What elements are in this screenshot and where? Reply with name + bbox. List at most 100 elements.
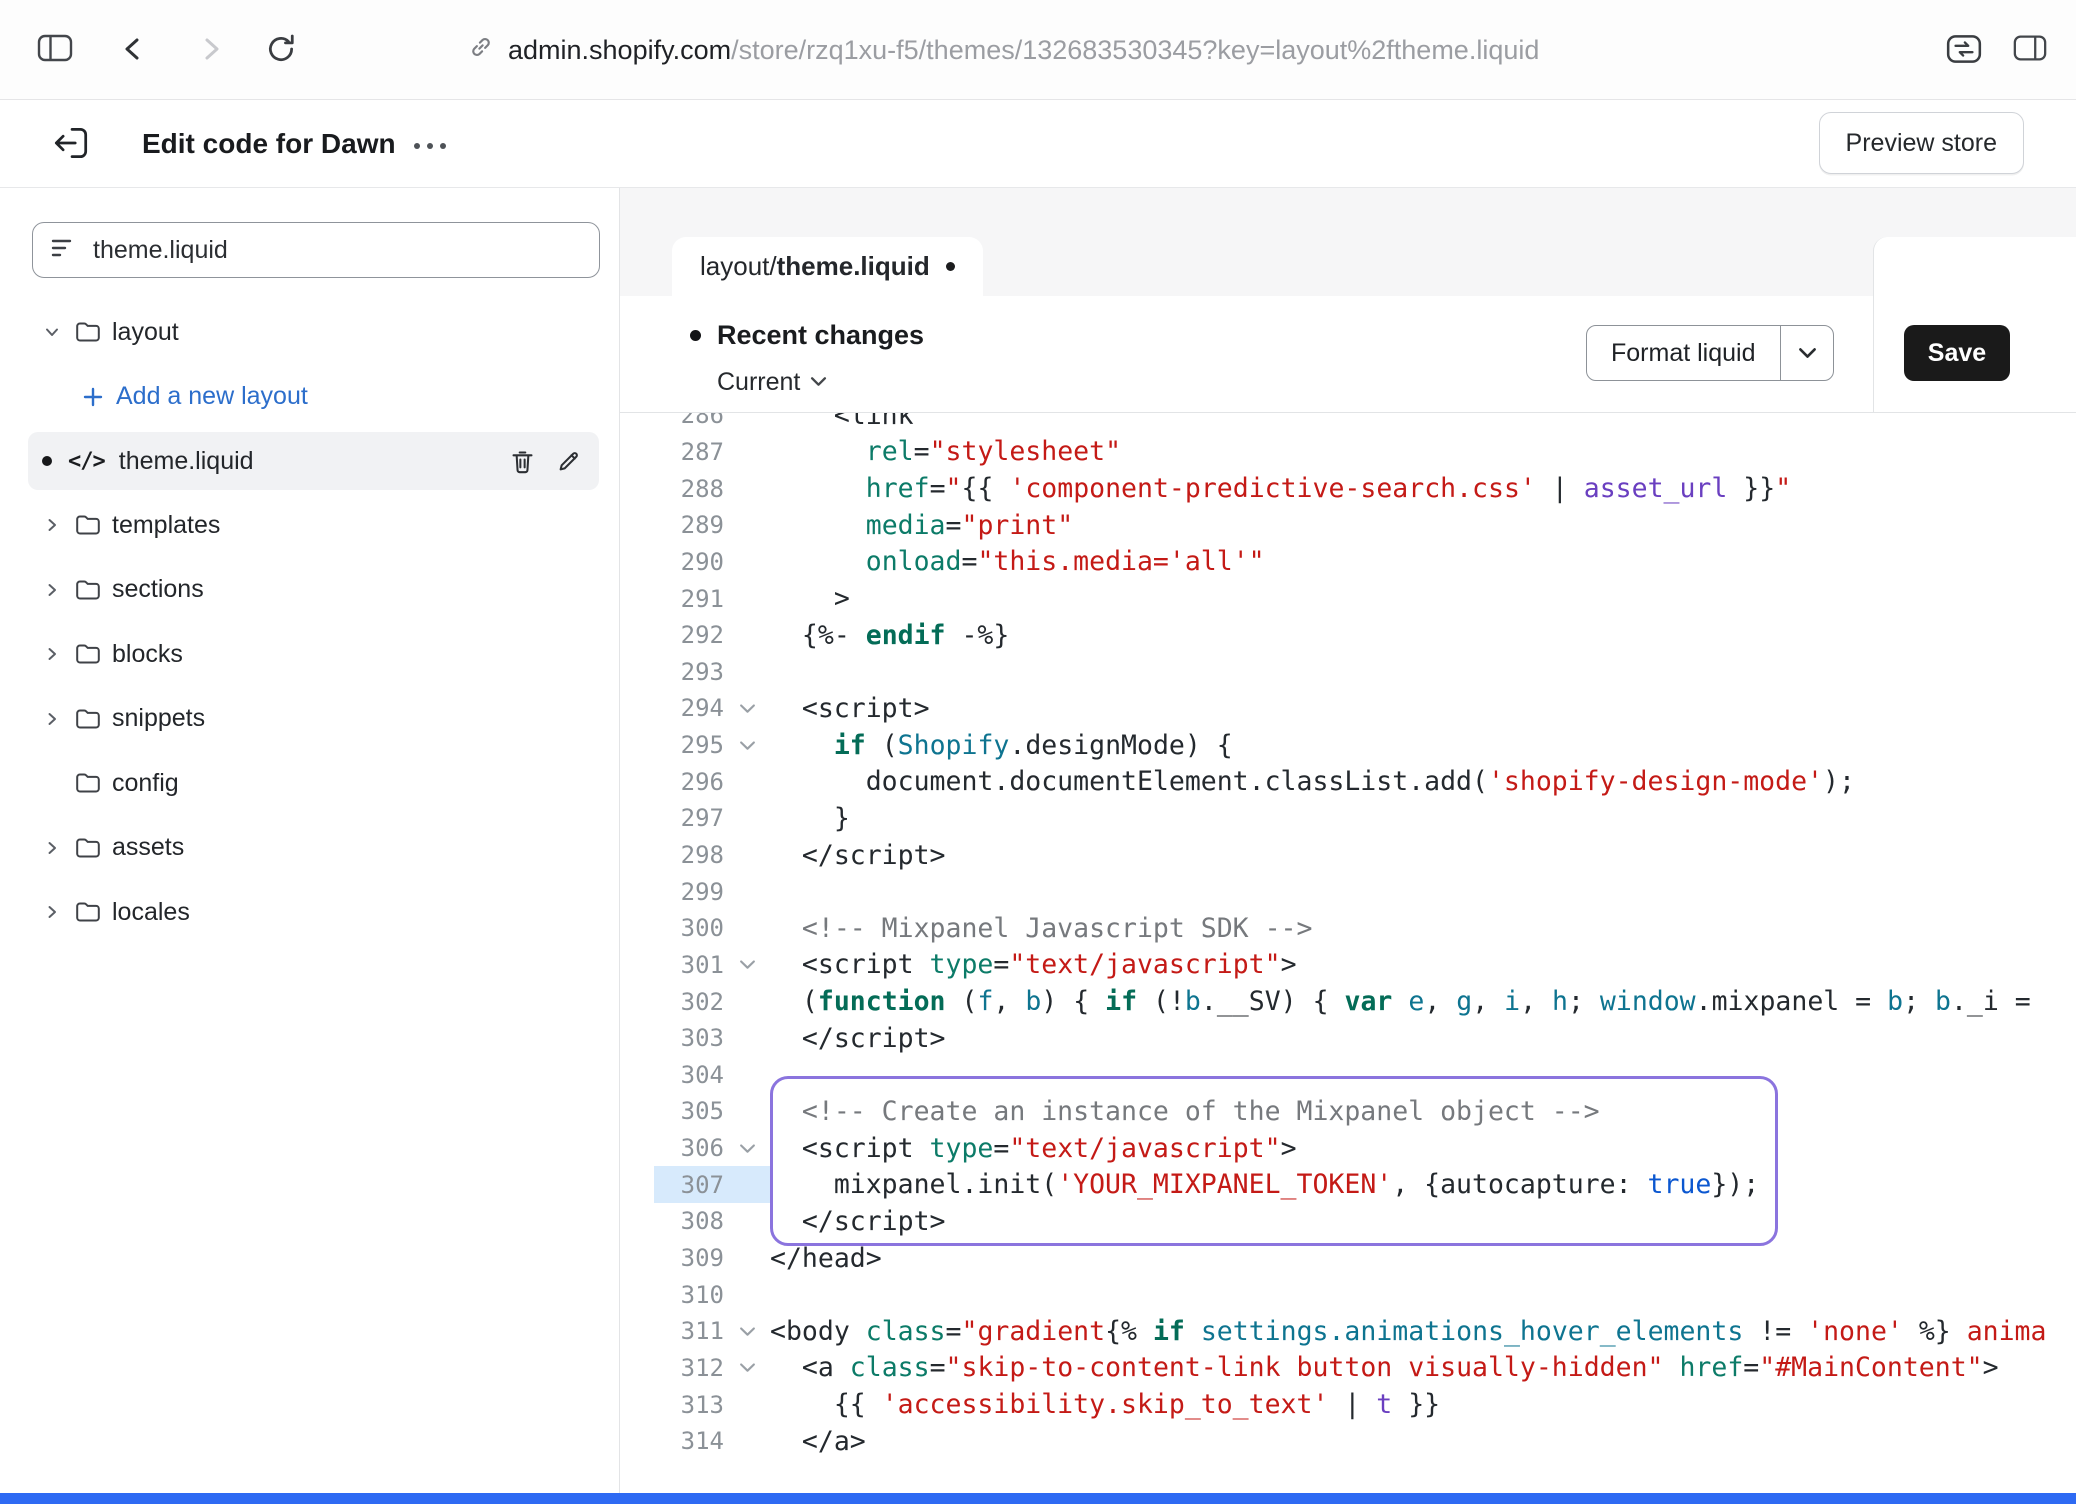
sidebar-item-snippets[interactable]: snippets bbox=[0, 687, 619, 752]
sidebar-item-layout[interactable]: layout bbox=[0, 300, 619, 365]
line-number: 307 bbox=[654, 1171, 724, 1199]
line-number: 287 bbox=[654, 438, 724, 466]
save-button[interactable]: Save bbox=[1904, 325, 2010, 381]
sidebar-item-config[interactable]: config bbox=[0, 751, 619, 816]
code-text: </script> bbox=[770, 1023, 946, 1054]
exit-editor-button[interactable] bbox=[50, 123, 92, 166]
fold-chevron-icon[interactable] bbox=[724, 1143, 770, 1154]
file-search[interactable] bbox=[32, 222, 600, 278]
fold-chevron-icon[interactable] bbox=[724, 1326, 770, 1337]
back-icon[interactable] bbox=[118, 34, 148, 64]
line-number: 289 bbox=[654, 511, 724, 539]
version-dropdown[interactable]: Current bbox=[717, 368, 827, 397]
code-line[interactable]: 298 </script> bbox=[620, 837, 2076, 874]
code-line[interactable]: 296 document.documentElement.classList.a… bbox=[620, 763, 2076, 800]
code-line[interactable]: 312 <a class="skip-to-content-link butto… bbox=[620, 1350, 2076, 1387]
rename-file-icon[interactable] bbox=[545, 448, 591, 475]
code-line[interactable]: 295 if (Shopify.designMode) { bbox=[620, 727, 2076, 764]
code-editor[interactable]: 286 <link287 rel="stylesheet"288 href="{… bbox=[620, 413, 2076, 1493]
fold-chevron-icon[interactable] bbox=[724, 703, 770, 714]
code-line[interactable]: 302 (function (f, b) { if (!b.__SV) { va… bbox=[620, 983, 2076, 1020]
forward-icon[interactable] bbox=[196, 34, 226, 64]
code-line[interactable]: 287 rel="stylesheet" bbox=[620, 434, 2076, 471]
more-actions-button[interactable] bbox=[414, 140, 446, 152]
line-number: 301 bbox=[654, 951, 724, 979]
code-text: onload="this.media='all'" bbox=[770, 546, 1265, 577]
code-line[interactable]: 291 > bbox=[620, 580, 2076, 617]
chevron-right-icon[interactable] bbox=[44, 646, 74, 662]
folder-icon bbox=[74, 771, 112, 795]
chevron-right-icon[interactable] bbox=[44, 711, 74, 727]
code-line[interactable]: 308 </script> bbox=[620, 1203, 2076, 1240]
page-title: Edit code for Dawn bbox=[142, 128, 396, 160]
code-line[interactable]: 290 onload="this.media='all'" bbox=[620, 544, 2076, 581]
save-panel: Save bbox=[1873, 237, 2076, 413]
code-line[interactable]: 289 media="print" bbox=[620, 507, 2076, 544]
tab-theme-liquid[interactable]: layout/theme.liquid bbox=[672, 237, 983, 296]
code-line[interactable]: 288 href="{{ 'component-predictive-searc… bbox=[620, 470, 2076, 507]
line-number: 293 bbox=[654, 658, 724, 686]
search-input[interactable] bbox=[93, 236, 581, 265]
add-new-layout-label: Add a new layout bbox=[116, 382, 308, 411]
add-new-layout-button[interactable]: Add a new layout bbox=[0, 365, 619, 430]
tab-modified-dot bbox=[946, 262, 955, 271]
chevron-down-icon[interactable] bbox=[1781, 326, 1833, 380]
folder-icon bbox=[74, 578, 112, 602]
code-line[interactable]: 294 <script> bbox=[620, 690, 2076, 727]
line-number: 295 bbox=[654, 731, 724, 759]
code-line[interactable]: 313 {{ 'accessibility.skip_to_text' | t … bbox=[620, 1386, 2076, 1423]
line-number: 312 bbox=[654, 1354, 724, 1382]
sidebar-item-label: blocks bbox=[112, 640, 183, 669]
gutter: 289 bbox=[654, 507, 770, 544]
code-line[interactable]: 304 bbox=[620, 1057, 2076, 1094]
chevron-down-icon[interactable] bbox=[44, 324, 74, 340]
code-line[interactable]: 314 </a> bbox=[620, 1423, 2076, 1460]
sidebar-item-theme-liquid[interactable]: </>theme.liquid bbox=[28, 432, 599, 490]
code-line[interactable]: 293 bbox=[620, 653, 2076, 690]
bottom-accent-bar bbox=[0, 1493, 2076, 1504]
gutter: 291 bbox=[654, 580, 770, 617]
code-text: (function (f, b) { if (!b.__SV) { var e,… bbox=[770, 986, 2031, 1017]
code-line[interactable]: 309</head> bbox=[620, 1240, 2076, 1277]
fold-chevron-icon[interactable] bbox=[724, 1362, 770, 1373]
sidebar-item-sections[interactable]: sections bbox=[0, 558, 619, 623]
code-line[interactable]: 305 <!-- Create an instance of the Mixpa… bbox=[620, 1093, 2076, 1130]
code-line[interactable]: 286 <link bbox=[620, 413, 2076, 434]
format-liquid-button[interactable]: Format liquid bbox=[1586, 325, 1834, 381]
chevron-right-icon[interactable] bbox=[44, 517, 74, 533]
code-line[interactable]: 300 <!-- Mixpanel Javascript SDK --> bbox=[620, 910, 2076, 947]
tab-strip: layout/theme.liquid bbox=[620, 188, 2076, 296]
extensions-icon[interactable] bbox=[1945, 33, 1983, 65]
right-panel-icon[interactable] bbox=[2012, 32, 2048, 64]
code-line[interactable]: 303 </script> bbox=[620, 1020, 2076, 1057]
sidebar-item-assets[interactable]: assets bbox=[0, 816, 619, 881]
code-text: media="print" bbox=[770, 510, 1073, 541]
code-line[interactable]: 306 <script type="text/javascript"> bbox=[620, 1130, 2076, 1167]
line-number: 309 bbox=[654, 1244, 724, 1272]
chevron-right-icon[interactable] bbox=[44, 582, 74, 598]
sidebar-item-templates[interactable]: templates bbox=[0, 493, 619, 558]
url-host: admin.shopify.com bbox=[508, 35, 731, 65]
folder-icon bbox=[74, 513, 112, 537]
chevron-right-icon[interactable] bbox=[44, 840, 74, 856]
address-bar[interactable]: admin.shopify.com/store/rzq1xu-f5/themes… bbox=[468, 0, 1539, 100]
line-number: 298 bbox=[654, 841, 724, 869]
code-line[interactable]: 301 <script type="text/javascript"> bbox=[620, 947, 2076, 984]
code-line[interactable]: 307 mixpanel.init('YOUR_MIXPANEL_TOKEN',… bbox=[620, 1166, 2076, 1203]
chevron-right-icon[interactable] bbox=[44, 904, 74, 920]
reload-icon[interactable] bbox=[264, 32, 298, 66]
preview-store-button[interactable]: Preview store bbox=[1819, 112, 2024, 174]
file-tree: layout Add a new layout </>theme.liquidtem… bbox=[0, 300, 619, 945]
sidebar-toggle-icon[interactable] bbox=[36, 32, 74, 64]
sidebar-item-blocks[interactable]: blocks bbox=[0, 622, 619, 687]
code-line[interactable]: 311<body class="gradient{% if settings.a… bbox=[620, 1313, 2076, 1350]
delete-file-icon[interactable] bbox=[499, 448, 545, 475]
code-line[interactable]: 297 } bbox=[620, 800, 2076, 837]
fold-chevron-icon[interactable] bbox=[724, 959, 770, 970]
sidebar-item-locales[interactable]: locales bbox=[0, 880, 619, 945]
code-line[interactable]: 299 bbox=[620, 873, 2076, 910]
code-text: <script> bbox=[770, 693, 930, 724]
code-line[interactable]: 310 bbox=[620, 1276, 2076, 1313]
fold-chevron-icon[interactable] bbox=[724, 740, 770, 751]
code-line[interactable]: 292 {%- endif -%} bbox=[620, 617, 2076, 654]
